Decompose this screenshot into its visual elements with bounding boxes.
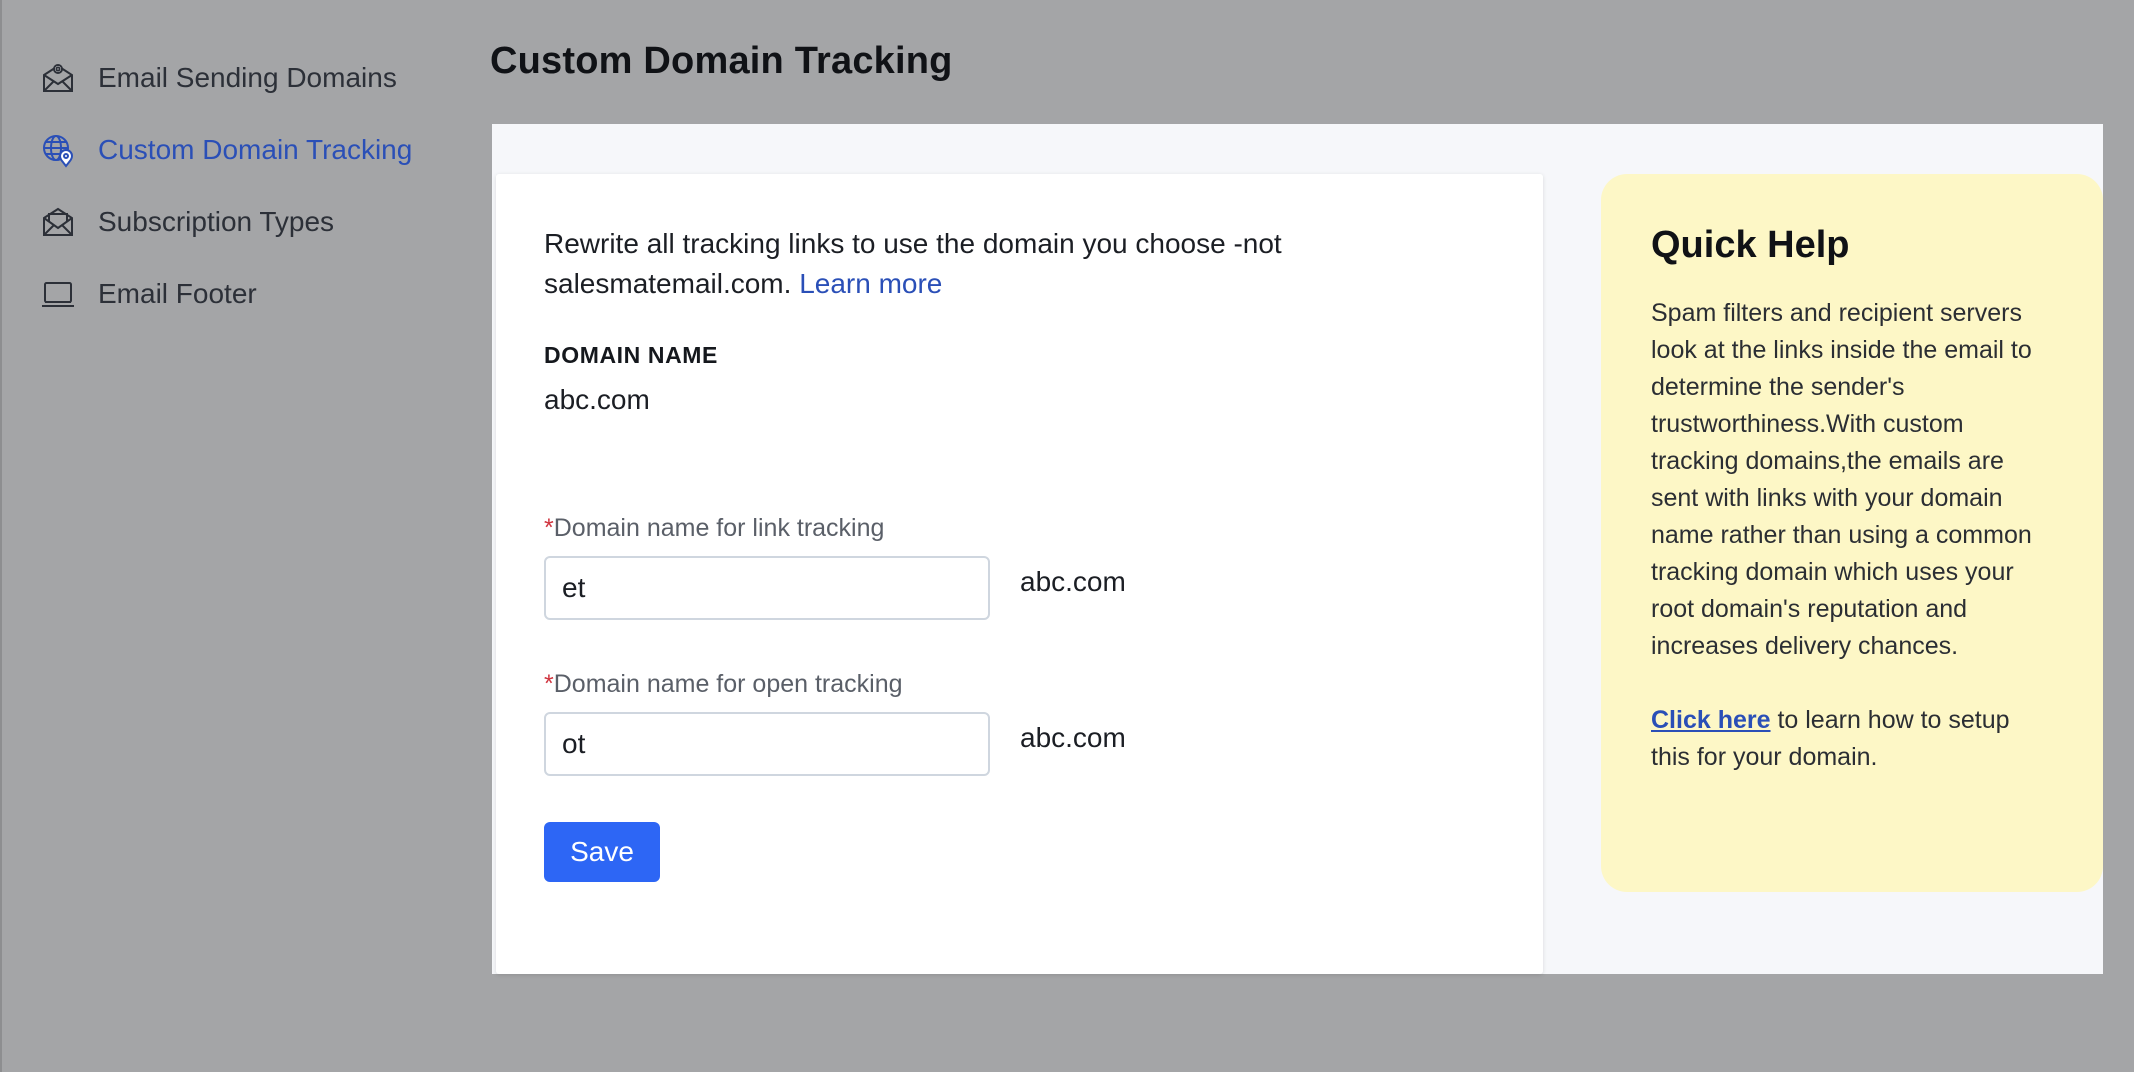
link-tracking-label-text: Domain name for link tracking	[553, 514, 885, 542]
quick-help-body: Spam filters and recipient servers look …	[1651, 299, 2032, 660]
link-tracking-label: *Domain name for link tracking	[544, 514, 884, 543]
open-tracking-suffix: abc.com	[1020, 722, 1126, 753]
save-button[interactable]: Save	[544, 822, 660, 882]
main-panel: Rewrite all tracking links to use the do…	[492, 124, 2103, 974]
sidebar-item-custom-domain-tracking[interactable]: Custom Domain Tracking	[0, 114, 470, 186]
sidebar-item-subscription-types[interactable]: Subscription Types	[0, 186, 470, 258]
domain-name-value: abc.com	[544, 384, 650, 415]
learn-more-link[interactable]: Learn more	[799, 268, 942, 299]
quick-help-cta: Click here to learn how to setup this fo…	[1651, 702, 2055, 776]
link-tracking-suffix: abc.com	[1020, 566, 1126, 597]
quick-help-box: Quick Help Spam filters and recipient se…	[1601, 174, 2103, 892]
sidebar-item-label: Email Sending Domains	[98, 62, 397, 93]
sidebar-item-email-footer[interactable]: Email Footer	[0, 258, 470, 330]
sidebar: Email Sending Domains Custom Domain Trac…	[0, 42, 470, 330]
app-root: Email Sending Domains Custom Domain Trac…	[0, 0, 2134, 1072]
sidebar-item-label: Subscription Types	[98, 206, 335, 237]
page-title: Custom Domain Tracking	[490, 40, 953, 82]
globe-pin-icon	[40, 132, 76, 168]
envelope-open-icon	[40, 204, 76, 240]
link-tracking-input[interactable]	[544, 556, 990, 620]
sidebar-item-email-sending-domains[interactable]: Email Sending Domains	[0, 42, 470, 114]
required-asterisk: *	[544, 514, 554, 542]
open-tracking-label: *Domain name for open tracking	[544, 670, 903, 699]
click-here-link[interactable]: Click here	[1651, 706, 1771, 734]
sidebar-item-label: Email Footer	[98, 278, 257, 309]
settings-card: Rewrite all tracking links to use the do…	[496, 174, 1543, 974]
required-asterisk: *	[544, 670, 554, 698]
envelope-at-icon	[40, 60, 76, 96]
laptop-icon	[40, 276, 76, 312]
open-tracking-input[interactable]	[544, 712, 990, 776]
quick-help-title: Quick Help	[1651, 224, 1850, 266]
open-tracking-label-text: Domain name for open tracking	[553, 670, 903, 698]
domain-name-heading: DOMAIN NAME	[544, 342, 718, 368]
sidebar-item-label: Custom Domain Tracking	[98, 134, 413, 165]
intro-text: Rewrite all tracking links to use the do…	[544, 224, 1404, 304]
